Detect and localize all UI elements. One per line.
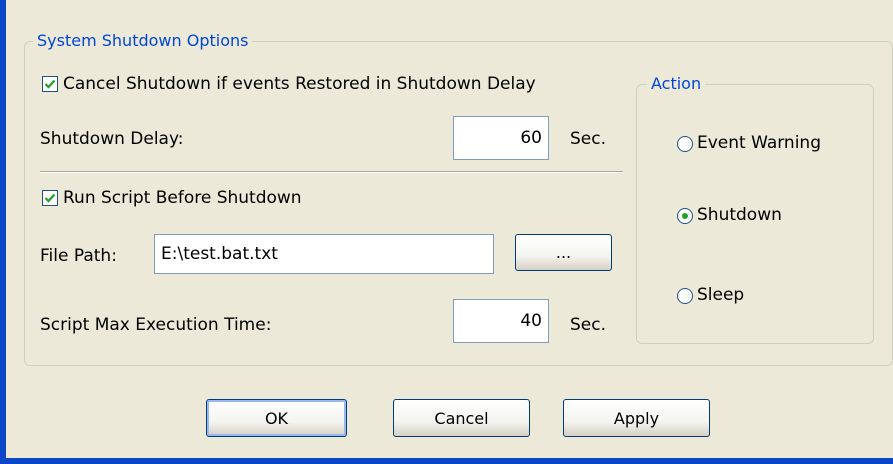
check-mark-icon — [44, 79, 56, 89]
event-warning-label[interactable]: Event Warning — [697, 132, 821, 154]
shutdown-delay-input[interactable] — [453, 116, 549, 160]
max-exec-time-label: Script Max Execution Time: — [40, 315, 272, 335]
run-script-checkbox[interactable] — [42, 190, 58, 206]
cancel-shutdown-label[interactable]: Cancel Shutdown if events Restored in Sh… — [63, 73, 536, 95]
file-path-label: File Path: — [40, 246, 117, 266]
run-script-label[interactable]: Run Script Before Shutdown — [63, 187, 302, 209]
cancel-shutdown-checkbox[interactable] — [42, 76, 58, 92]
sleep-radio[interactable] — [677, 288, 693, 304]
file-path-input[interactable] — [154, 234, 494, 274]
event-warning-radio[interactable] — [677, 136, 693, 152]
dialog-window: System Shutdown Options Cancel Shutdown … — [0, 0, 893, 464]
browse-button[interactable]: ... — [515, 234, 612, 271]
max-exec-time-input[interactable] — [453, 299, 549, 343]
shutdown-delay-unit: Sec. — [570, 129, 607, 149]
cancel-button[interactable]: Cancel — [393, 399, 530, 437]
shutdown-label[interactable]: Shutdown — [697, 204, 782, 226]
window-bottom-border — [0, 458, 893, 464]
check-mark-icon — [44, 193, 56, 203]
window-left-border — [0, 0, 6, 464]
ok-button[interactable]: OK — [206, 399, 347, 437]
options-separator — [40, 171, 623, 173]
shutdown-radio[interactable] — [677, 208, 693, 224]
max-exec-time-unit: Sec. — [570, 315, 607, 335]
sleep-label[interactable]: Sleep — [697, 284, 744, 306]
shutdown-delay-label: Shutdown Delay: — [40, 129, 184, 149]
radio-selected-dot — [682, 213, 688, 219]
apply-button[interactable]: Apply — [563, 399, 710, 437]
shutdown-options-legend: System Shutdown Options — [33, 31, 253, 51]
action-legend: Action — [647, 74, 706, 94]
